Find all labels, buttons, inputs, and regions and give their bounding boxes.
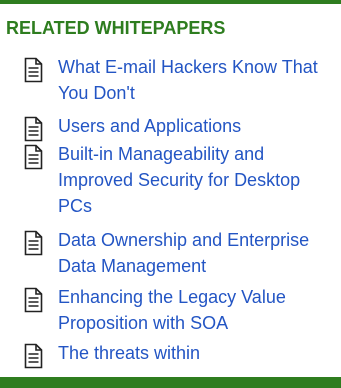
document-icon bbox=[24, 116, 43, 142]
whitepaper-link[interactable]: Users and Applications bbox=[58, 113, 328, 139]
document-icon bbox=[24, 57, 43, 83]
document-icon bbox=[24, 287, 43, 313]
whitepaper-link[interactable]: Built-in Manageability and Improved Secu… bbox=[58, 141, 328, 219]
section-heading: RELATED WHITEPAPERS bbox=[6, 18, 226, 38]
whitepaper-link[interactable]: The threats within bbox=[58, 340, 328, 366]
bottom-accent-bar bbox=[0, 377, 341, 388]
document-icon bbox=[24, 230, 43, 256]
document-icon bbox=[24, 144, 43, 170]
whitepaper-link[interactable]: What E-mail Hackers Know That You Don't bbox=[58, 54, 328, 106]
related-whitepapers-panel: RELATED WHITEPAPERS What E-mail Hackers … bbox=[0, 0, 341, 388]
document-icon bbox=[24, 343, 43, 369]
whitepaper-link[interactable]: Data Ownership and Enterprise Data Manag… bbox=[58, 227, 328, 279]
top-accent-bar bbox=[0, 0, 341, 4]
whitepaper-link[interactable]: Enhancing the Legacy Value Proposition w… bbox=[58, 284, 328, 336]
